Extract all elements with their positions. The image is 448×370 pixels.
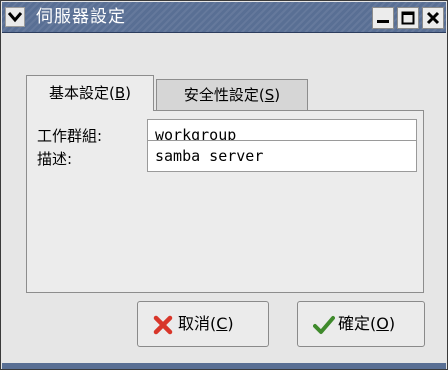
tab-basic-settings[interactable]: 基本設定(B) <box>26 75 154 111</box>
maximize-icon <box>401 11 415 25</box>
tab-security-settings[interactable]: 安全性設定(S) <box>156 79 308 111</box>
workgroup-label: 工作群組: <box>37 127 103 145</box>
window-bottom-frame <box>2 351 446 369</box>
cancel-suffix: ) <box>227 314 234 333</box>
x-icon <box>153 315 173 335</box>
window-title: 伺服器設定 <box>36 7 126 27</box>
cancel-button-text: 取消(C) <box>178 314 234 334</box>
cancel-label: 取消( <box>178 314 217 333</box>
close-button[interactable] <box>422 7 444 29</box>
minimize-button[interactable] <box>372 7 394 29</box>
chevron-down-icon <box>8 12 22 23</box>
basic-settings-panel: 工作群組: workgroup 描述: samba server <box>26 110 424 293</box>
tab-security-mnemonic: S <box>264 86 275 104</box>
ok-label: 確定( <box>338 314 377 333</box>
tab-security-label: 安全性設定( <box>183 86 265 104</box>
window-menu-button[interactable] <box>5 7 25 27</box>
ok-suffix: ) <box>388 314 396 333</box>
tab-basic-label: 基本設定( <box>48 84 115 102</box>
server-settings-window: 伺服器設定 基本設定(B) 安全性設定(S) 工作群組: workgroup 描… <box>0 0 448 370</box>
tab-basic-suffix: ) <box>125 84 131 102</box>
close-icon <box>426 11 440 25</box>
tab-basic-mnemonic: B <box>114 84 126 102</box>
ok-button[interactable]: 確定(O) <box>297 301 425 347</box>
title-bar[interactable]: 伺服器設定 <box>2 2 446 33</box>
ok-mnemonic: O <box>376 314 389 333</box>
tab-security-suffix: ) <box>274 86 281 104</box>
cancel-button[interactable]: 取消(C) <box>137 301 269 347</box>
maximize-button[interactable] <box>397 7 419 29</box>
minimize-icon <box>377 20 389 23</box>
cancel-mnemonic: C <box>216 314 228 333</box>
description-input[interactable]: samba server <box>147 140 417 172</box>
checkmark-icon <box>313 316 335 334</box>
window-bottom-accent-bar <box>2 363 446 369</box>
ok-button-text: 確定(O) <box>338 314 395 334</box>
description-label: 描述: <box>37 150 73 168</box>
